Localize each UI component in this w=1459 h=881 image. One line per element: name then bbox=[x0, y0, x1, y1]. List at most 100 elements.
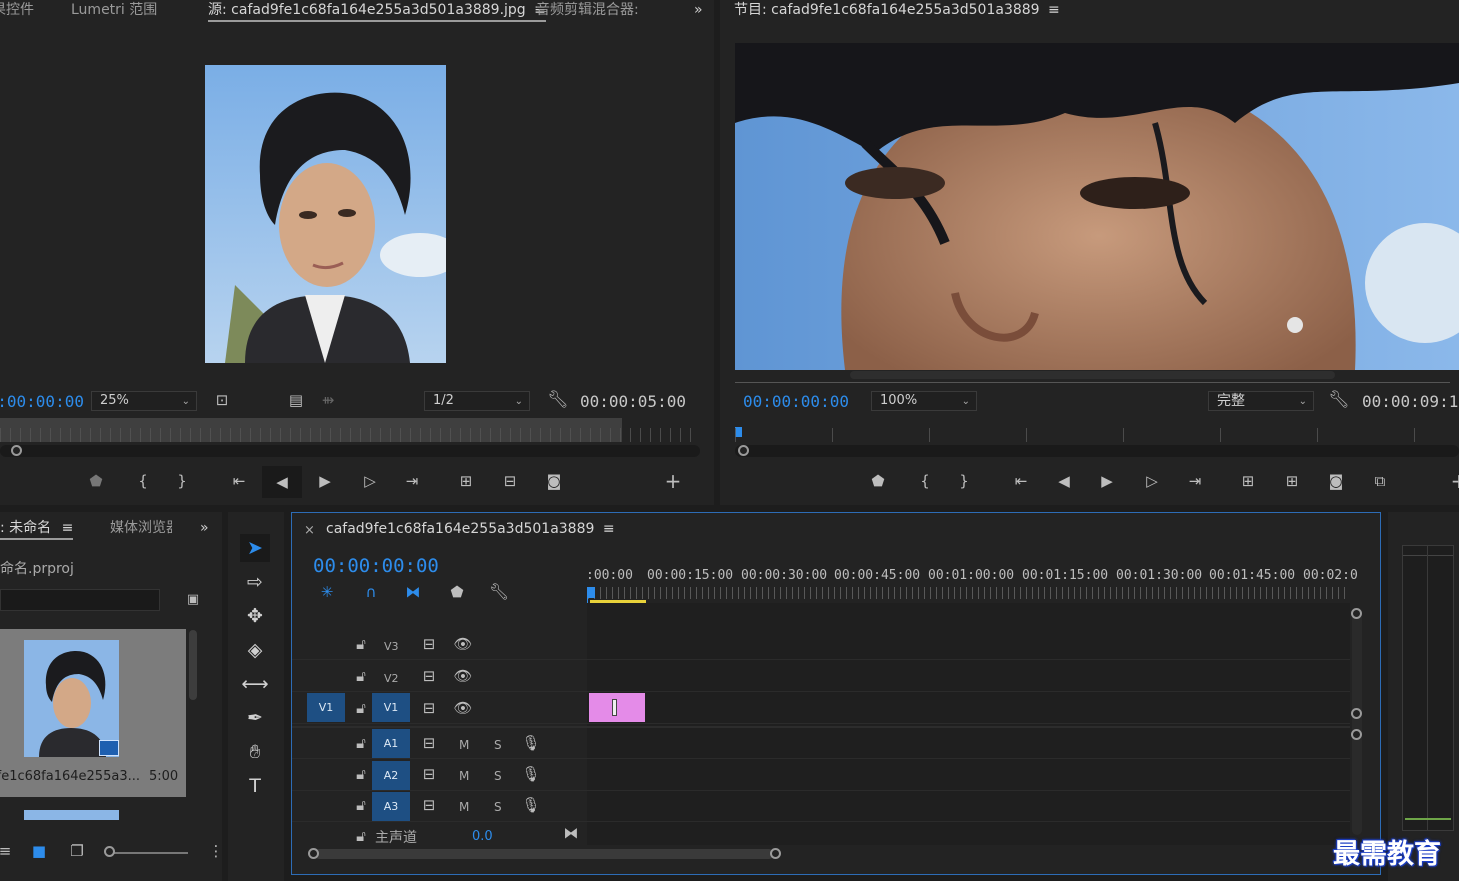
master-volume-value[interactable]: 0.0 bbox=[472, 829, 493, 844]
tab-sequence[interactable]: cafad9fe1c68fa164e255a3d501a3889 ≡ bbox=[326, 519, 615, 541]
add-button-icon[interactable]: + bbox=[1448, 471, 1459, 492]
tab-source[interactable]: 源: cafad9fe1c68fa164e255a3d501a3889.jpg … bbox=[208, 0, 546, 22]
timeline-ruler[interactable]: :00:00 00:00:15:00 00:00:30:00 00:00:45:… bbox=[586, 563, 1358, 603]
tab-lumetri-scopes[interactable]: Lumetri 范围 bbox=[71, 0, 157, 22]
overflow-chevron-icon[interactable]: » bbox=[694, 0, 703, 22]
tab-audio-clip-mixer[interactable]: 音频剪辑混合器: bbox=[536, 0, 658, 22]
razor-tool-icon[interactable]: ◈ bbox=[240, 636, 270, 664]
microphone-icon[interactable]: 🎙︎ bbox=[520, 734, 542, 754]
lock-icon[interactable]: 🔓︎ bbox=[350, 635, 372, 655]
slip-tool-icon[interactable]: ⟷ bbox=[240, 670, 270, 698]
video-scroll-bottom-handle[interactable] bbox=[1351, 708, 1362, 719]
sync-lock-icon[interactable]: ⊟ bbox=[418, 667, 440, 687]
type-tool-icon[interactable]: T bbox=[240, 772, 270, 800]
play-icon[interactable]: ▶︎ bbox=[1096, 472, 1118, 492]
program-zoom-select[interactable]: 100% ⌄ bbox=[871, 391, 977, 411]
drag-audio-icon[interactable]: ⇻ bbox=[317, 391, 339, 411]
program-quality-select[interactable]: 完整 ⌄ bbox=[1208, 391, 1314, 411]
mark-in-icon[interactable]: { bbox=[132, 472, 154, 492]
snap-magnet-icon[interactable]: ∩ bbox=[360, 583, 382, 603]
eye-icon[interactable]: 👁︎ bbox=[452, 635, 474, 655]
menu-icon[interactable]: ≡ bbox=[1048, 2, 1060, 18]
microphone-icon[interactable]: 🎙︎ bbox=[520, 796, 542, 816]
track-select-tool-icon[interactable]: ⇨ bbox=[240, 568, 270, 596]
source-resolution-select[interactable]: 1/2 ⌄ bbox=[424, 391, 530, 411]
zoom-left-handle[interactable] bbox=[308, 848, 319, 859]
timeline-horizontal-scroll[interactable] bbox=[314, 849, 774, 859]
mark-in-icon[interactable]: { bbox=[914, 472, 936, 492]
overwrite-icon[interactable]: ⊟ bbox=[499, 472, 521, 492]
ripple-edit-tool-icon[interactable]: ✥ bbox=[240, 602, 270, 630]
zoom-right-handle[interactable] bbox=[770, 848, 781, 859]
add-button-icon[interactable]: + bbox=[662, 471, 684, 492]
wrench-icon[interactable]: 🔧︎ bbox=[488, 583, 510, 603]
nest-icon[interactable]: ✳ bbox=[316, 583, 338, 603]
insert-icon[interactable]: ⊞ bbox=[455, 472, 477, 492]
close-icon[interactable]: × bbox=[304, 523, 315, 538]
clip-handle[interactable] bbox=[612, 699, 617, 716]
project-search-input[interactable] bbox=[0, 589, 160, 611]
source-zoom-select[interactable]: 25% ⌄ bbox=[91, 391, 197, 411]
tab-program[interactable]: 节目: cafad9fe1c68fa164e255a3d501a3889 ≡ bbox=[734, 0, 1060, 22]
sync-lock-icon[interactable]: ⊟ bbox=[418, 796, 440, 816]
overflow-chevron-icon[interactable]: » bbox=[200, 518, 209, 540]
program-timecode[interactable]: 00:00:00:00 bbox=[743, 392, 849, 411]
video-scroll-top-handle[interactable] bbox=[1351, 608, 1362, 619]
selection-tool-icon[interactable]: ➤ bbox=[240, 534, 270, 562]
wrench-icon[interactable]: 🔧︎ bbox=[547, 391, 569, 411]
sync-lock-icon[interactable]: ⊟ bbox=[418, 765, 440, 785]
step-forward-icon[interactable]: ▷ bbox=[359, 472, 381, 492]
mute-button[interactable]: M bbox=[459, 800, 469, 814]
timeline-vertical-scroll[interactable] bbox=[1352, 613, 1362, 835]
icon-view-icon[interactable]: ■ bbox=[28, 842, 50, 862]
program-scroll-track[interactable] bbox=[735, 445, 1459, 457]
hand-tool-icon[interactable]: ✋︎ bbox=[240, 738, 270, 766]
project-scrollbar[interactable] bbox=[189, 630, 197, 700]
list-view-icon[interactable]: ≡ bbox=[0, 842, 16, 862]
source-zoom-handle[interactable] bbox=[11, 445, 22, 456]
tab-media-browser[interactable]: 媒体浏览器 bbox=[110, 518, 172, 540]
source-patch-v1[interactable]: V1 bbox=[307, 693, 345, 722]
go-to-next-edit-icon[interactable]: ⧓ bbox=[560, 824, 582, 844]
solo-button[interactable]: S bbox=[494, 769, 502, 783]
mute-button[interactable]: M bbox=[459, 738, 469, 752]
go-to-in-icon[interactable]: ⇤ bbox=[1010, 472, 1032, 492]
audio-scroll-top-handle[interactable] bbox=[1351, 729, 1362, 740]
step-back-icon[interactable]: ◀︎ bbox=[262, 466, 302, 498]
new-bin-icon[interactable]: ▣ bbox=[182, 591, 204, 611]
step-back-icon[interactable]: ◀︎ bbox=[1053, 472, 1075, 492]
extract-icon[interactable]: ⊞ bbox=[1281, 472, 1303, 492]
sync-lock-icon[interactable]: ⊟ bbox=[418, 699, 440, 719]
linked-selection-icon[interactable]: ⧓ bbox=[402, 583, 424, 603]
add-marker-icon[interactable]: ⬟ bbox=[85, 472, 107, 492]
tab-project[interactable]: 项目: 未命名 ≡ bbox=[0, 518, 74, 540]
program-scroll-bar[interactable] bbox=[850, 371, 1335, 379]
freeform-view-icon[interactable]: ❐ bbox=[66, 842, 88, 862]
play-icon[interactable]: ▶︎ bbox=[314, 472, 336, 492]
comparison-view-icon[interactable]: ⧉ bbox=[1369, 472, 1391, 492]
lift-icon[interactable]: ⊞ bbox=[1237, 472, 1259, 492]
lock-icon[interactable]: 🔓︎ bbox=[350, 734, 372, 754]
lock-icon[interactable]: 🔓︎ bbox=[350, 827, 372, 847]
tab-effect-controls[interactable]: 效果控件 bbox=[0, 0, 34, 22]
pen-tool-icon[interactable]: ✒ bbox=[240, 704, 270, 732]
playhead-head[interactable] bbox=[587, 587, 595, 598]
track-target-a1[interactable]: A1 bbox=[372, 729, 410, 758]
solo-button[interactable]: S bbox=[494, 738, 502, 752]
go-to-in-icon[interactable]: ⇤ bbox=[228, 472, 250, 492]
project-clip-item[interactable]: cafad9fe1c68fa164e255a3... 5:00 bbox=[0, 629, 186, 797]
source-scroll-track[interactable] bbox=[0, 445, 700, 457]
more-options-icon[interactable]: ⋮ bbox=[205, 842, 223, 862]
menu-icon[interactable]: ≡ bbox=[603, 521, 615, 537]
thumbnail-size-handle[interactable] bbox=[104, 846, 115, 857]
add-marker-icon[interactable]: ⬟ bbox=[446, 583, 468, 603]
lock-icon[interactable]: 🔓︎ bbox=[350, 667, 372, 687]
camera-icon[interactable]: ◙ bbox=[543, 472, 565, 492]
lock-icon[interactable]: 🔓︎ bbox=[350, 699, 372, 719]
go-to-out-icon[interactable]: ⇥ bbox=[1184, 472, 1206, 492]
source-timecode[interactable]: 00:00:00:00 bbox=[0, 392, 84, 411]
track-target-a3[interactable]: A3 bbox=[372, 792, 410, 821]
safe-margins-icon[interactable]: ⊡ bbox=[211, 391, 233, 411]
track-target-a2[interactable]: A2 bbox=[372, 761, 410, 790]
mute-button[interactable]: M bbox=[459, 769, 469, 783]
